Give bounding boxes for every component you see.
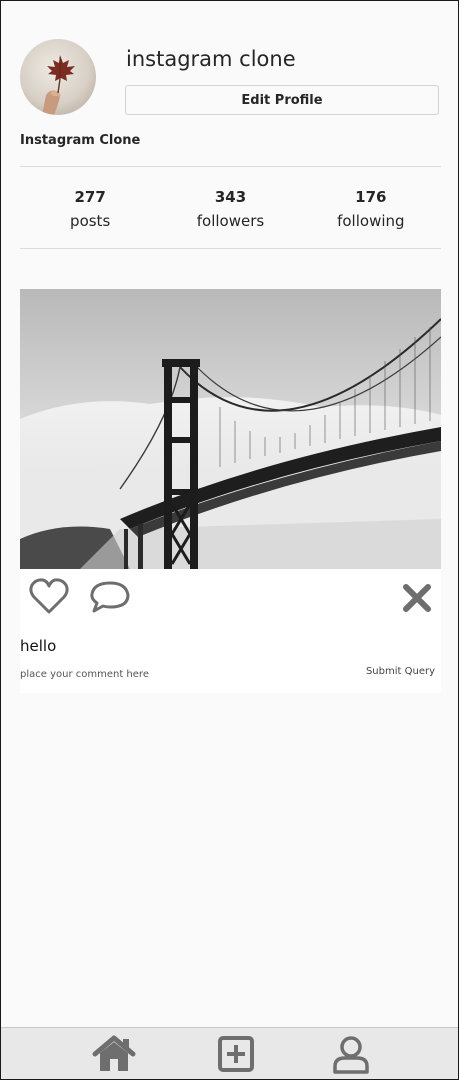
post-card: hello Submit Query <box>20 289 441 693</box>
stat-followers[interactable]: 343 followers <box>160 187 300 237</box>
bottom-nav <box>1 1027 458 1079</box>
submit-comment-button[interactable]: Submit Query <box>366 666 435 677</box>
top-divider <box>20 166 441 167</box>
stat-label: following <box>337 212 405 230</box>
add-post-icon[interactable] <box>214 1034 258 1074</box>
post-caption: hello <box>20 637 57 655</box>
stat-label: followers <box>196 212 265 230</box>
app-screen: instagram clone Edit Profile Instagram C… <box>0 0 459 1080</box>
profile-display-name: Instagram Clone <box>20 133 141 148</box>
close-icon[interactable] <box>400 581 434 615</box>
profile-stats: 277 posts 343 followers 176 following <box>20 187 441 237</box>
heart-icon[interactable] <box>28 577 70 617</box>
stat-following[interactable]: 176 following <box>301 187 441 237</box>
stat-label: posts <box>70 212 111 230</box>
golden-gate-bridge-photo <box>20 289 441 569</box>
stat-count: 176 <box>355 188 387 206</box>
edit-profile-button[interactable]: Edit Profile <box>125 85 439 115</box>
home-icon[interactable] <box>92 1034 136 1074</box>
post-actions <box>20 569 441 625</box>
profile-header: instagram clone Edit Profile <box>20 39 441 119</box>
post-image[interactable] <box>20 289 441 569</box>
profile-avatar[interactable] <box>20 39 96 115</box>
comment-input[interactable] <box>20 665 340 683</box>
profile-username: instagram clone <box>126 47 296 71</box>
stat-count: 343 <box>214 188 247 206</box>
bottom-divider <box>20 248 441 249</box>
profile-icon[interactable] <box>329 1034 373 1074</box>
stat-count: 277 <box>74 188 106 206</box>
comment-icon[interactable] <box>88 577 132 617</box>
maple-leaf-photo <box>20 39 96 115</box>
stat-posts[interactable]: 277 posts <box>20 187 160 237</box>
